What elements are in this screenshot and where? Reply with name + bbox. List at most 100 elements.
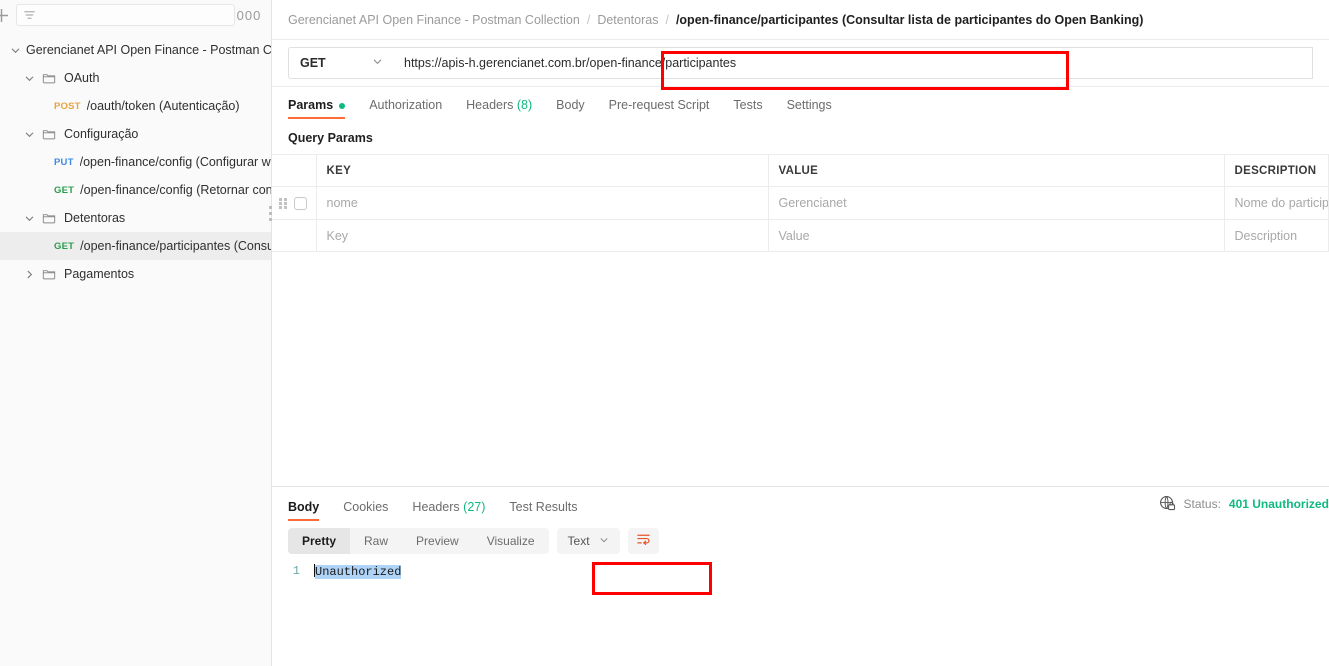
folder-icon: [40, 211, 58, 225]
request-tab-params[interactable]: Params: [288, 98, 357, 119]
breadcrumb-folder[interactable]: Detentoras: [597, 13, 658, 27]
view-tab-raw[interactable]: Raw: [350, 528, 402, 554]
param-description-cell[interactable]: Description: [1224, 219, 1329, 252]
search-input[interactable]: [42, 8, 228, 22]
row-checkbox[interactable]: [294, 196, 307, 210]
breadcrumb-separator: /: [665, 12, 669, 27]
param-key-cell[interactable]: nome: [316, 186, 769, 220]
response-tab-label: Headers: [412, 500, 460, 514]
response-tab-body[interactable]: Body: [288, 500, 331, 521]
response-body[interactable]: 1 Unauthorized: [272, 554, 1329, 579]
request-tab-settings[interactable]: Settings: [775, 98, 844, 119]
query-params-table: KEY VALUE DESCRIPTION nome Gerencianet Nom…: [272, 154, 1329, 252]
tree-folder-item[interactable]: OAuth: [0, 64, 271, 92]
tree-folder-item[interactable]: Pagamentos: [0, 260, 271, 288]
breadcrumb: Gerencianet API Open Finance - Postman C…: [272, 0, 1329, 40]
table-header-row: KEY VALUE DESCRIPTION: [272, 154, 1329, 187]
wrap-lines-button[interactable]: [627, 528, 659, 554]
response-tab-headers[interactable]: Headers (27): [400, 500, 497, 521]
sidebar-resize-handle[interactable]: [266, 196, 275, 230]
view-tab-visualize[interactable]: Visualize: [473, 528, 549, 554]
tree-item-label: /oauth/token (Autenticação): [86, 99, 240, 113]
status-label: Status:: [1183, 496, 1221, 511]
chevron-down-icon[interactable]: [18, 73, 40, 84]
request-tab-tests[interactable]: Tests: [721, 98, 774, 119]
response-body-line[interactable]: Unauthorized: [310, 564, 402, 579]
response-panel: Body Cookies Headers (27) Test Results Stat…: [272, 486, 1329, 666]
request-tab-pre-request-script[interactable]: Pre-request Script: [597, 98, 722, 119]
request-tab-label: Settings: [786, 98, 832, 112]
sidebar-search-box[interactable]: [16, 4, 235, 26]
url-input[interactable]: https://apis-h.gerencianet.com.br/open-f…: [392, 47, 1313, 79]
sidebar-more-menu[interactable]: 000: [235, 0, 263, 30]
http-method-value: GET: [300, 56, 326, 70]
http-method-select[interactable]: GET: [288, 47, 392, 79]
request-tabs: Params Authorization Headers (8) Body Pre-re…: [272, 87, 1329, 119]
tree-item-label: Gerencianet API Open Finance - Postman C…: [26, 43, 271, 57]
tree-folder-item[interactable]: Configuração: [0, 120, 271, 148]
request-tab-label: Tests: [733, 98, 763, 112]
tree-item-label: Pagamentos: [64, 267, 135, 281]
request-tab-count: (8): [516, 98, 533, 112]
param-value-cell[interactable]: Value: [768, 219, 1225, 252]
response-language-value: Text: [567, 534, 590, 548]
folder-icon: [40, 127, 58, 141]
response-tab-test-results[interactable]: Test Results: [497, 500, 589, 521]
chevron-down-icon[interactable]: [18, 213, 40, 224]
chevron-down-icon[interactable]: [18, 129, 40, 140]
request-tab-body[interactable]: Body: [544, 98, 597, 119]
main-panel: Gerencianet API Open Finance - Postman C…: [272, 0, 1329, 666]
tree-request-item[interactable]: GET/open-finance/config (Retornar config…: [0, 176, 271, 204]
sidebar-toolbar: 000: [0, 0, 271, 30]
request-tab-label: Headers: [466, 98, 514, 112]
param-key-cell[interactable]: Key: [316, 219, 769, 252]
drag-handle-icon[interactable]: [279, 197, 288, 209]
table-header-value: VALUE: [768, 154, 1225, 187]
response-tab-label: Cookies: [343, 500, 389, 514]
request-url-bar: GET https://apis-h.gerencianet.com.br/op…: [272, 40, 1329, 87]
request-method-label: GET: [54, 184, 75, 196]
wrap-lines-icon: [636, 532, 651, 550]
response-language-select[interactable]: Text: [556, 528, 620, 554]
response-tab-cookies[interactable]: Cookies: [331, 500, 400, 521]
chevron-down-icon: [372, 56, 383, 70]
tree-item-label: Configuração: [64, 127, 139, 141]
tree-request-item[interactable]: GET/open-finance/participantes (Consulta…: [0, 232, 271, 260]
add-new-button[interactable]: [0, 0, 14, 30]
line-number: 1: [292, 564, 300, 578]
url-text: https://apis-h.gerencianet.com.br/open-f…: [404, 56, 737, 70]
response-body-text: Unauthorized: [315, 565, 402, 579]
chevron-down-icon: [599, 534, 609, 548]
view-tab-preview[interactable]: Preview: [402, 528, 473, 554]
request-method-label: POST: [54, 100, 81, 112]
response-tab-count: (27): [463, 500, 486, 514]
sidebar: 000 Gerencianet API Open Finance - Postm…: [0, 0, 272, 666]
tree-item-label: /open-finance/config (Retornar configura…: [80, 183, 271, 197]
tree-collection-item[interactable]: Gerencianet API Open Finance - Postman C…: [0, 36, 271, 64]
breadcrumb-current: /open-finance/participantes (Consultar l…: [675, 12, 1144, 27]
chevron-down-icon[interactable]: [4, 45, 26, 56]
tree-item-label: OAuth: [64, 71, 100, 85]
param-description-cell[interactable]: Nome do participante: [1224, 186, 1329, 220]
row-controls: [272, 219, 317, 252]
response-view-tabs: Pretty Raw Preview Visualize Text: [272, 521, 1329, 554]
param-value-cell[interactable]: Gerencianet: [768, 186, 1225, 220]
table-row[interactable]: nomeGerencianetNome do participante: [272, 186, 1329, 220]
table-header-grip: [272, 154, 317, 187]
table-header-description: DESCRIPTION: [1224, 154, 1329, 187]
tree-item-label: /open-finance/participantes (Consultar l…: [80, 239, 271, 253]
request-tab-authorization[interactable]: Authorization: [357, 98, 454, 119]
response-tab-label: Test Results: [509, 500, 578, 514]
tree-item-label: Detentoras: [64, 211, 126, 225]
folder-icon: [40, 71, 58, 85]
view-tab-pretty[interactable]: Pretty: [288, 528, 351, 554]
tree-request-item[interactable]: POST/oauth/token (Autenticação): [0, 92, 271, 120]
chevron-right-icon[interactable]: [18, 269, 40, 280]
breadcrumb-collection[interactable]: Gerencianet API Open Finance - Postman C…: [288, 13, 580, 27]
breadcrumb-separator: /: [586, 12, 591, 27]
row-controls: [272, 186, 317, 220]
request-tab-headers[interactable]: Headers (8): [454, 98, 544, 119]
tree-folder-item[interactable]: Detentoras: [0, 204, 271, 232]
tree-request-item[interactable]: PUT/open-finance/config (Configurar webh…: [0, 148, 271, 176]
table-row[interactable]: Key Value Description: [272, 219, 1329, 252]
